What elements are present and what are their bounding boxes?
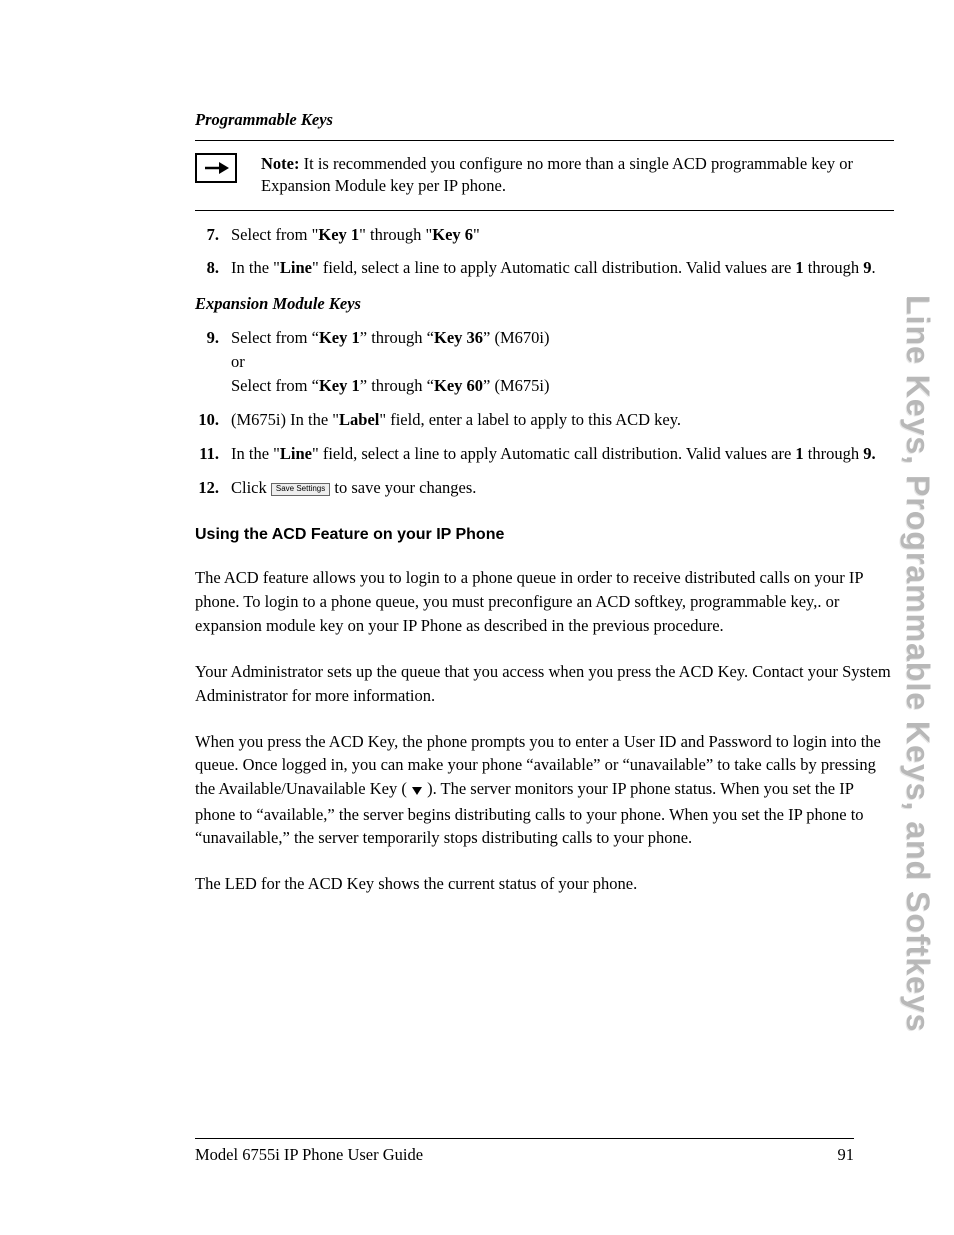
step-number: 10. [195, 408, 219, 432]
divider [195, 210, 894, 211]
paragraph: Your Administrator sets up the queue tha… [195, 660, 894, 708]
step-item: 12. Click Save Settings to save your chan… [195, 476, 894, 500]
note-block: Note: It is recommended you configure no… [195, 149, 894, 202]
paragraph: When you press the ACD Key, the phone pr… [195, 730, 894, 851]
footer-left: Model 6755i IP Phone User Guide [195, 1145, 423, 1165]
step-number: 12. [195, 476, 219, 500]
step-text: In the "Line" field, select a line to ap… [231, 256, 894, 280]
step-text: Click Save Settings to save your changes… [231, 476, 894, 500]
step-text: Select from "Key 1" through "Key 6" [231, 223, 894, 247]
steps-list: 7. Select from "Key 1" through "Key 6" 8. I… [195, 223, 894, 281]
section-subtitle: Programmable Keys [195, 110, 894, 130]
down-triangle-icon [411, 779, 423, 803]
step-text: In the "Line" field, select a line to ap… [231, 442, 894, 466]
divider [195, 140, 894, 141]
step-item: 9.Select from “Key 1” through “Key 36” (… [195, 326, 894, 398]
footer-rule [195, 1138, 854, 1139]
step-number: 7. [195, 223, 219, 247]
paragraph: The LED for the ACD Key shows the curren… [195, 872, 894, 896]
step-number: 9. [195, 326, 219, 398]
body-paragraphs: The ACD feature allows you to login to a… [195, 566, 894, 896]
section-side-tab: Line Keys, Programmable Keys, and Softke… [899, 295, 936, 1032]
paragraph: The ACD feature allows you to login to a… [195, 566, 894, 638]
document-page: Line Keys, Programmable Keys, and Softke… [0, 0, 954, 1235]
step-number: 8. [195, 256, 219, 280]
step-item: 10. (M675i) In the "Label" field, enter a… [195, 408, 894, 432]
steps-list: 9.Select from “Key 1” through “Key 36” (… [195, 326, 894, 500]
step-item: 8. In the "Line" field, select a line to … [195, 256, 894, 280]
note-body: It is recommended you configure no more … [261, 154, 853, 195]
note-label: Note: [261, 154, 299, 173]
sub-heading: Expansion Module Keys [195, 294, 894, 314]
step-number: 11. [195, 442, 219, 466]
step-text: (M675i) In the "Label" field, enter a la… [231, 408, 894, 432]
arrow-right-icon [195, 153, 237, 183]
note-text: Note: It is recommended you configure no… [261, 153, 894, 198]
page-footer: Model 6755i IP Phone User Guide 91 [195, 1138, 854, 1165]
step-item: 7. Select from "Key 1" through "Key 6" [195, 223, 894, 247]
page-number: 91 [838, 1145, 855, 1165]
step-text: Select from “Key 1” through “Key 36” (M6… [231, 326, 894, 398]
heading: Using the ACD Feature on your IP Phone [195, 526, 894, 544]
save-settings-button-image: Save Settings [271, 483, 330, 496]
step-item: 11. In the "Line" field, select a line to… [195, 442, 894, 466]
